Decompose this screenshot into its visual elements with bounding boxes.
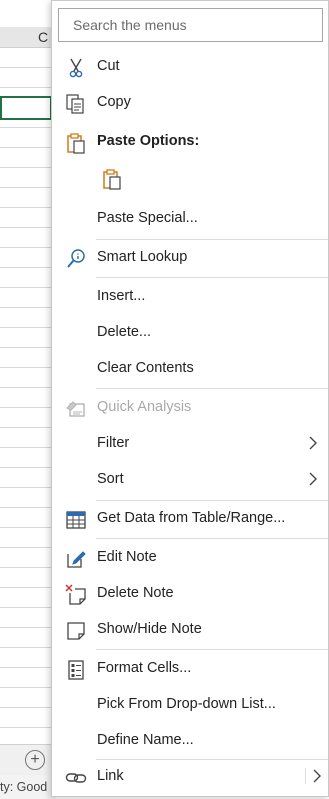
menu-item-format-cells[interactable]: Format Cells... — [52, 652, 328, 686]
delete-note-icon — [65, 584, 87, 606]
menu-item-label: Paste Options: — [97, 133, 200, 149]
menu-item-paste-special[interactable]: Paste Special... — [52, 202, 328, 236]
format-cells-icon — [65, 659, 87, 681]
menu-item-label: Edit Note — [97, 549, 157, 565]
menu-item-label: Delete... — [97, 324, 151, 340]
menu-item-cut[interactable]: Cut — [52, 50, 328, 84]
menu-item-insert[interactable]: Insert... — [52, 280, 328, 314]
column-letter: C — [38, 29, 49, 45]
menu-separator — [96, 239, 328, 240]
note-icon — [65, 620, 87, 642]
menu-search-input[interactable] — [59, 9, 322, 41]
selected-cell[interactable] — [0, 96, 52, 120]
menu-item-sort[interactable]: Sort — [52, 463, 328, 497]
menu-item-define-name[interactable]: Define Name... — [52, 724, 328, 758]
menu-item-label: Insert... — [97, 288, 146, 304]
clipboard-icon — [65, 132, 87, 154]
menu-separator — [96, 277, 328, 278]
menu-item-smart-lookup[interactable]: Smart Lookup — [52, 241, 328, 275]
smart-lookup-icon — [65, 248, 87, 270]
add-sheet-button[interactable]: + — [25, 750, 45, 770]
quick-analysis-icon — [65, 398, 87, 420]
menu-search-box[interactable] — [58, 8, 323, 42]
menu-item-label: Define Name... — [97, 732, 194, 748]
menu-item-delete[interactable]: Delete... — [52, 316, 328, 350]
menu-separator — [96, 388, 328, 389]
chevron-right-icon — [308, 471, 318, 487]
menu-item-edit-note[interactable]: Edit Note — [52, 541, 328, 575]
menu-item-label: Delete Note — [97, 585, 174, 601]
menu-item-delete-note[interactable]: Delete Note — [52, 577, 328, 611]
menu-item-label: Show/Hide Note — [97, 621, 202, 637]
menu-item-label: Format Cells... — [97, 660, 192, 676]
menu-separator — [96, 649, 328, 650]
menu-separator — [96, 538, 328, 539]
scissors-icon — [65, 57, 87, 79]
copy-icon — [65, 93, 87, 115]
menu-item-label: Sort — [97, 471, 124, 487]
menu-item-label: Cut — [97, 58, 120, 74]
menu-item-label: Clear Contents — [97, 360, 194, 376]
menu-item-label: Copy — [97, 94, 131, 110]
menu-item-copy[interactable]: Copy — [52, 86, 328, 120]
table-icon — [65, 509, 87, 531]
menu-item-label: Get Data from Table/Range... — [97, 510, 286, 526]
cell-grid[interactable] — [0, 48, 57, 744]
menu-item-link[interactable]: Link — [52, 760, 328, 794]
menu-item-pick-from-list[interactable]: Pick From Drop-down List... — [52, 688, 328, 722]
menu-item-label: Quick Analysis — [97, 399, 192, 415]
menu-separator — [96, 500, 328, 501]
context-menu: Cut Copy Paste Options: Paste Special...… — [51, 0, 329, 797]
menu-item-quick-analysis: Quick Analysis — [52, 391, 328, 425]
paste-icon — [101, 168, 123, 190]
edit-note-icon — [65, 548, 87, 570]
menu-item-get-data[interactable]: Get Data from Table/Range... — [52, 502, 328, 536]
status-bar-text: ty: Good — [0, 775, 56, 799]
menu-item-paste-options-header: Paste Options: — [52, 125, 328, 159]
menu-item-filter[interactable]: Filter — [52, 427, 328, 461]
column-header[interactable]: C — [0, 27, 56, 48]
menu-item-show-hide-note[interactable]: Show/Hide Note — [52, 613, 328, 647]
menu-item-label: Smart Lookup — [97, 249, 188, 265]
menu-item-label: Link — [97, 768, 124, 784]
chevron-right-icon — [308, 435, 318, 451]
link-icon — [65, 767, 87, 789]
menu-item-label: Paste Special... — [97, 210, 198, 226]
paste-option-button[interactable] — [97, 162, 131, 198]
menu-item-clear-contents[interactable]: Clear Contents — [52, 352, 328, 386]
menu-item-label: Filter — [97, 435, 130, 451]
menu-item-label: Pick From Drop-down List... — [97, 696, 276, 712]
chevron-right-icon[interactable] — [305, 768, 322, 784]
